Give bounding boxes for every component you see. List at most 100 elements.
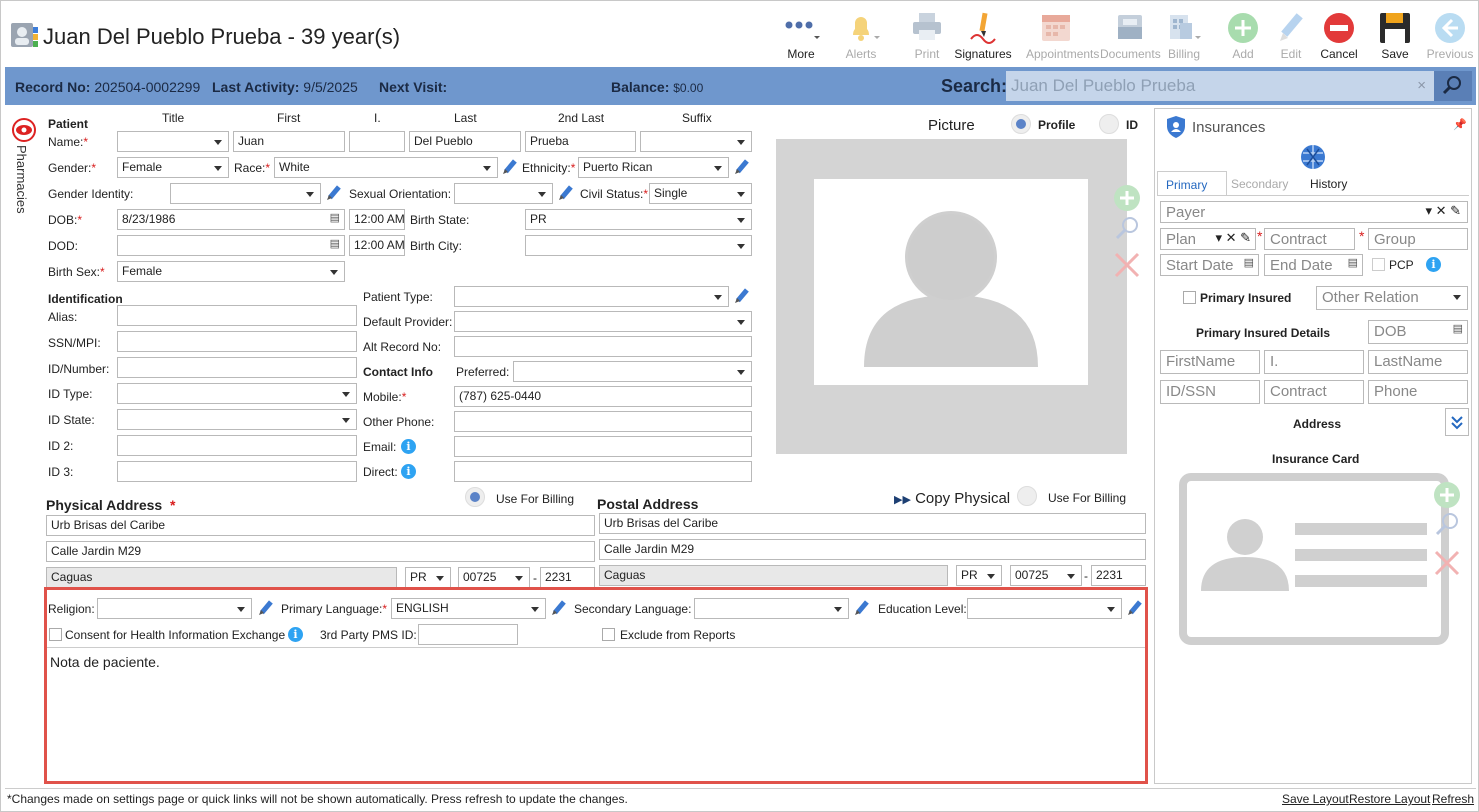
restore-layout-link[interactable]: Restore Layout	[1349, 792, 1430, 806]
physical-zip-select[interactable]: 00725	[458, 567, 530, 588]
previous-button[interactable]: Previous	[1420, 7, 1479, 63]
physical-use-billing-radio[interactable]	[465, 487, 485, 507]
alerts-button[interactable]: Alerts	[831, 7, 891, 63]
postal-state-select[interactable]: PR	[956, 565, 1002, 586]
add-picture-icon[interactable]	[1113, 184, 1141, 212]
consent-checkbox[interactable]	[49, 628, 62, 641]
physical-zip4-field[interactable]: 2231	[540, 567, 595, 588]
mobile-field[interactable]: (787) 625-0440	[454, 386, 752, 407]
alt-record-field[interactable]	[454, 336, 752, 357]
dod-date-field[interactable]	[117, 235, 345, 256]
sexual-orientation-edit-pencil-icon[interactable]	[557, 184, 575, 202]
insurance-globe-icon[interactable]	[1299, 143, 1327, 171]
id2-field[interactable]	[117, 435, 357, 456]
last-name-field[interactable]: Del Pueblo	[409, 131, 521, 152]
patient-type-edit-pencil-icon[interactable]	[733, 287, 751, 305]
billing-button[interactable]: Billing	[1154, 7, 1214, 63]
id-radio[interactable]	[1099, 114, 1119, 134]
physical-address-line2[interactable]: Calle Jardin M29	[46, 541, 595, 562]
tab-secondary[interactable]: Secondary	[1231, 177, 1288, 191]
ethnicity-select[interactable]: Puerto Rican	[578, 157, 729, 178]
education-level-select[interactable]	[967, 598, 1122, 619]
preferred-select[interactable]	[513, 361, 752, 382]
clear-search-icon[interactable]: ×	[1417, 77, 1426, 94]
postal-zip4-field[interactable]: 2231	[1091, 565, 1146, 586]
delete-picture-icon[interactable]	[1113, 251, 1141, 279]
consent-info-icon[interactable]: i	[288, 627, 303, 642]
birth-city-select[interactable]	[525, 235, 752, 256]
physical-address-line1[interactable]: Urb Brisas del Caribe	[46, 515, 595, 536]
copy-physical-button[interactable]: ▶▶ Copy Physical	[894, 490, 1010, 507]
id-type-select[interactable]	[117, 383, 357, 404]
profile-radio[interactable]	[1011, 114, 1031, 134]
signatures-button[interactable]: Signatures	[953, 7, 1013, 63]
exclude-reports-checkbox[interactable]	[602, 628, 615, 641]
payer-select[interactable]: Payer ▾ ✕ ✎	[1160, 201, 1468, 223]
save-button[interactable]: Save	[1365, 7, 1425, 63]
default-provider-select[interactable]	[454, 311, 752, 332]
gender-identity-edit-pencil-icon[interactable]	[325, 184, 343, 202]
tab-history[interactable]: History	[1310, 177, 1347, 191]
insured-firstname-field[interactable]: FirstName	[1160, 350, 1260, 374]
direct-field[interactable]	[454, 461, 752, 482]
physical-city-field[interactable]: Caguas	[46, 567, 397, 588]
second-last-name-field[interactable]: Prueba	[525, 131, 636, 152]
add-card-icon[interactable]	[1433, 481, 1461, 509]
direct-info-icon[interactable]: i	[401, 464, 416, 479]
email-info-icon[interactable]: i	[401, 439, 416, 454]
plan-select[interactable]: Plan ▾ ✕ ✎	[1160, 228, 1256, 250]
refresh-link[interactable]: Refresh	[1432, 792, 1474, 806]
dob-date-field[interactable]: 8/23/1986	[117, 209, 345, 230]
id-state-select[interactable]	[117, 409, 357, 430]
ssn-field[interactable]	[117, 331, 357, 352]
tab-primary[interactable]: Primary	[1157, 171, 1227, 196]
cancel-button[interactable]: Cancel	[1309, 7, 1369, 63]
save-layout-link[interactable]: Save Layout	[1282, 792, 1349, 806]
dod-time-field[interactable]: 12:00 AM	[349, 235, 405, 256]
education-level-edit-pencil-icon[interactable]	[1126, 599, 1144, 617]
birth-sex-select[interactable]: Female	[117, 261, 345, 282]
pharmacies-eye-icon[interactable]	[11, 117, 37, 143]
primary-language-edit-pencil-icon[interactable]	[550, 599, 568, 617]
gender-select[interactable]: Female	[117, 157, 229, 178]
dob-time-field[interactable]: 12:00 AM	[349, 209, 405, 230]
pharmacies-tab[interactable]: Pharmacies	[7, 141, 37, 221]
gender-identity-select[interactable]	[170, 183, 321, 204]
suffix-select[interactable]	[640, 131, 752, 152]
insured-initial-field[interactable]: I.	[1264, 350, 1364, 374]
id3-field[interactable]	[117, 461, 357, 482]
patient-note-textarea[interactable]: Nota de paciente.	[47, 647, 1145, 781]
group-field[interactable]: Group	[1368, 228, 1468, 250]
other-phone-field[interactable]	[454, 411, 752, 432]
secondary-language-edit-pencil-icon[interactable]	[853, 599, 871, 617]
middle-initial-field[interactable]	[349, 131, 405, 152]
race-select[interactable]: White	[274, 157, 498, 178]
delete-card-icon[interactable]	[1433, 549, 1461, 577]
insured-phone-field[interactable]: Phone	[1368, 380, 1468, 404]
insured-contract-field[interactable]: Contract	[1264, 380, 1364, 404]
pms-id-field[interactable]	[418, 624, 518, 645]
primary-language-select[interactable]: ENGLISH	[391, 598, 546, 619]
contract-field[interactable]: Contract	[1264, 228, 1355, 250]
postal-address-line1[interactable]: Urb Brisas del Caribe	[599, 513, 1146, 534]
pcp-info-icon[interactable]: i	[1426, 257, 1441, 272]
religion-select[interactable]	[97, 598, 252, 619]
appointments-button[interactable]: Appointments	[1026, 7, 1099, 63]
documents-button[interactable]: Documents	[1100, 7, 1161, 63]
postal-zip-select[interactable]: 00725	[1010, 565, 1082, 586]
secondary-language-select[interactable]	[694, 598, 849, 619]
expand-address-chevron-icon[interactable]	[1445, 408, 1469, 436]
pin-icon[interactable]: 📌	[1453, 118, 1467, 131]
title-select[interactable]	[117, 131, 229, 152]
race-edit-pencil-icon[interactable]	[501, 158, 519, 176]
civil-status-select[interactable]: Single	[649, 183, 752, 204]
birth-state-select[interactable]: PR	[525, 209, 752, 230]
insured-dob-field[interactable]: DOB	[1368, 320, 1468, 344]
sexual-orientation-select[interactable]	[454, 183, 553, 204]
physical-state-select[interactable]: PR	[405, 567, 451, 588]
pcp-checkbox[interactable]	[1372, 258, 1385, 271]
ethnicity-edit-pencil-icon[interactable]	[733, 158, 751, 176]
postal-use-billing-radio[interactable]	[1017, 486, 1037, 506]
insured-idssn-field[interactable]: ID/SSN	[1160, 380, 1260, 404]
search-input[interactable]: Juan Del Pueblo Prueba ×	[1006, 71, 1434, 101]
